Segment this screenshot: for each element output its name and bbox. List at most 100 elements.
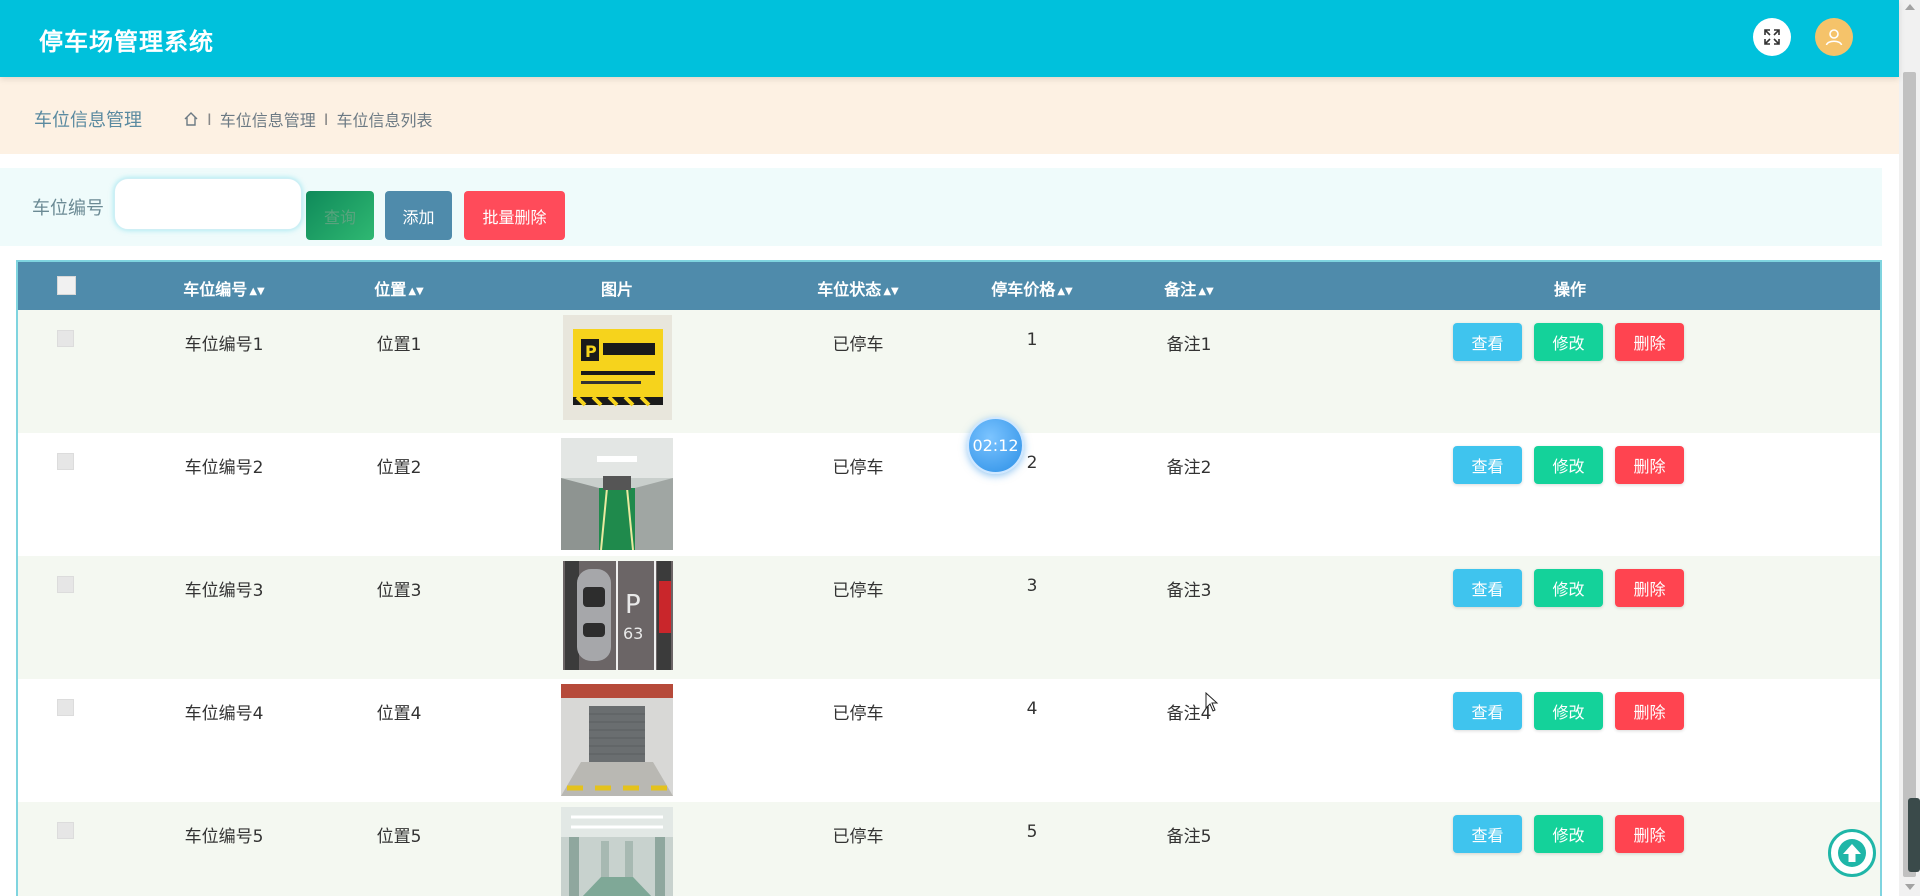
row-checkbox[interactable]	[57, 576, 74, 593]
mouse-cursor-icon	[1205, 692, 1219, 712]
sort-icon[interactable]: ▲▼	[408, 286, 423, 297]
cell-code: 车位编号1	[184, 335, 264, 355]
table-row: 车位编号5 位置5 已停车 5 备注5 查看 修改 删除	[18, 802, 1880, 896]
edit-button[interactable]: 修改	[1534, 569, 1603, 607]
cell-price: 4	[1026, 699, 1038, 719]
delete-button[interactable]: 删除	[1615, 815, 1684, 853]
cell-location: 位置3	[376, 581, 422, 601]
add-button[interactable]: 添加	[385, 191, 452, 240]
garage-corridor-image	[561, 438, 673, 550]
cell-price: 3	[1026, 576, 1038, 596]
edit-button[interactable]: 修改	[1534, 815, 1603, 853]
cell-location: 位置4	[376, 704, 422, 724]
cell-location: 位置1	[376, 335, 422, 355]
column-header-status[interactable]: 车位状态 ▲▼	[817, 276, 898, 300]
cell-remark: 备注1	[1166, 335, 1212, 355]
breadcrumb: I 车位信息管理 I 车位信息列表	[183, 107, 432, 131]
cell-code: 车位编号5	[184, 827, 264, 847]
cell-price: 1	[1026, 330, 1038, 350]
fullscreen-button[interactable]	[1753, 18, 1791, 56]
cell-status: 已停车	[832, 458, 884, 478]
breadcrumb-bar: 车位信息管理 I 车位信息管理 I 车位信息列表	[0, 77, 1899, 154]
cell-status: 已停车	[832, 827, 884, 847]
garage-door-image	[561, 684, 673, 796]
search-bar: 车位编号 查询 添加 批量删除	[0, 168, 1882, 246]
view-button[interactable]: 查看	[1453, 446, 1522, 484]
view-button[interactable]: 查看	[1453, 569, 1522, 607]
svg-text:P: P	[625, 590, 641, 620]
cell-status: 已停车	[832, 704, 884, 724]
sort-icon[interactable]: ▲▼	[249, 286, 264, 297]
delete-button[interactable]: 删除	[1615, 446, 1684, 484]
column-header-remark[interactable]: 备注 ▲▼	[1164, 276, 1213, 300]
fullscreen-icon	[1764, 29, 1780, 45]
svg-text:P: P	[585, 342, 597, 361]
parking-space-table: 车位编号 ▲▼ 位置 ▲▼ 图片 车位状态 ▲▼ 停车价格 ▲▼ 备注 ▲▼ 操作 车位编…	[16, 260, 1882, 896]
scrollbar-thumb[interactable]	[1903, 72, 1916, 877]
table-row: 车位编号1 位置1 P 已停车 1 备注1 查看 修改 删除	[18, 310, 1880, 433]
cell-status: 已停车	[832, 335, 884, 355]
app-title: 停车场管理系统	[39, 28, 214, 56]
table-row: 车位编号3 位置3 P 63 已停车 3 备注3 查看 修改 删除	[18, 556, 1880, 679]
column-header-location[interactable]: 位置 ▲▼	[374, 276, 423, 300]
view-button[interactable]: 查看	[1453, 815, 1522, 853]
column-header-image: 图片	[600, 280, 634, 299]
cell-code: 车位编号4	[184, 704, 264, 724]
arrow-up-icon	[1838, 839, 1866, 867]
delete-button[interactable]: 删除	[1615, 323, 1684, 361]
side-widget[interactable]	[1908, 798, 1920, 872]
home-icon[interactable]	[183, 111, 199, 127]
edit-button[interactable]: 修改	[1534, 323, 1603, 361]
parking-sign-image: P	[563, 315, 672, 420]
cell-remark: 备注2	[1166, 458, 1212, 478]
table-row: 车位编号2 位置2 已停车 2 备注2 查看 修改 删除	[18, 433, 1880, 556]
scroll-down-arrow-icon[interactable]	[1905, 884, 1915, 890]
row-checkbox[interactable]	[57, 453, 74, 470]
timer-badge[interactable]: 02:12	[967, 417, 1024, 474]
column-header-code[interactable]: 车位编号 ▲▼	[183, 276, 264, 300]
row-checkbox[interactable]	[57, 699, 74, 716]
row-checkbox[interactable]	[57, 330, 74, 347]
cell-price: 2	[1026, 453, 1038, 473]
user-avatar-button[interactable]	[1815, 18, 1853, 56]
delete-button[interactable]: 删除	[1615, 569, 1684, 607]
column-header-price[interactable]: 停车价格 ▲▼	[991, 276, 1072, 300]
cell-location: 位置2	[376, 458, 422, 478]
cell-remark: 备注3	[1166, 581, 1212, 601]
cell-remark: 备注5	[1166, 827, 1212, 847]
space-code-search-input[interactable]	[114, 178, 302, 230]
search-label: 车位编号	[32, 198, 104, 219]
cell-code: 车位编号2	[184, 458, 264, 478]
cell-price: 5	[1026, 822, 1038, 842]
edit-button[interactable]: 修改	[1534, 446, 1603, 484]
top-bar: 停车场管理系统	[0, 0, 1899, 77]
cell-code: 车位编号3	[184, 581, 264, 601]
select-all-checkbox[interactable]	[57, 276, 76, 295]
breadcrumb-item-module[interactable]: 车位信息管理	[220, 107, 316, 131]
svg-text:63: 63	[623, 624, 643, 643]
parking-space-p63-image: P 63	[563, 561, 673, 670]
scroll-up-arrow-icon[interactable]	[1905, 4, 1915, 10]
cell-status: 已停车	[832, 581, 884, 601]
search-button[interactable]: 查询	[306, 191, 374, 240]
batch-delete-button[interactable]: 批量删除	[464, 191, 565, 240]
breadcrumb-item-list: 车位信息列表	[336, 111, 433, 130]
delete-button[interactable]: 删除	[1615, 692, 1684, 730]
breadcrumb-separator: I	[207, 109, 212, 129]
sort-icon[interactable]: ▲▼	[883, 286, 898, 297]
page-title: 车位信息管理	[34, 110, 142, 131]
table-header: 车位编号 ▲▼ 位置 ▲▼ 图片 车位状态 ▲▼ 停车价格 ▲▼ 备注 ▲▼ 操作	[18, 262, 1880, 310]
sort-icon[interactable]: ▲▼	[1057, 286, 1072, 297]
user-icon	[1825, 29, 1843, 46]
view-button[interactable]: 查看	[1453, 692, 1522, 730]
sort-icon[interactable]: ▲▼	[1198, 286, 1213, 297]
view-button[interactable]: 查看	[1453, 323, 1522, 361]
edit-button[interactable]: 修改	[1534, 692, 1603, 730]
breadcrumb-separator: I	[323, 109, 329, 129]
underground-garage-image	[561, 807, 673, 896]
back-to-top-button[interactable]	[1828, 829, 1876, 877]
table-row: 车位编号4 位置4 已停车 4 备注4 查看 修改 删除	[18, 679, 1880, 802]
column-header-actions: 操作	[1553, 280, 1587, 299]
cell-location: 位置5	[376, 827, 422, 847]
row-checkbox[interactable]	[57, 822, 74, 839]
